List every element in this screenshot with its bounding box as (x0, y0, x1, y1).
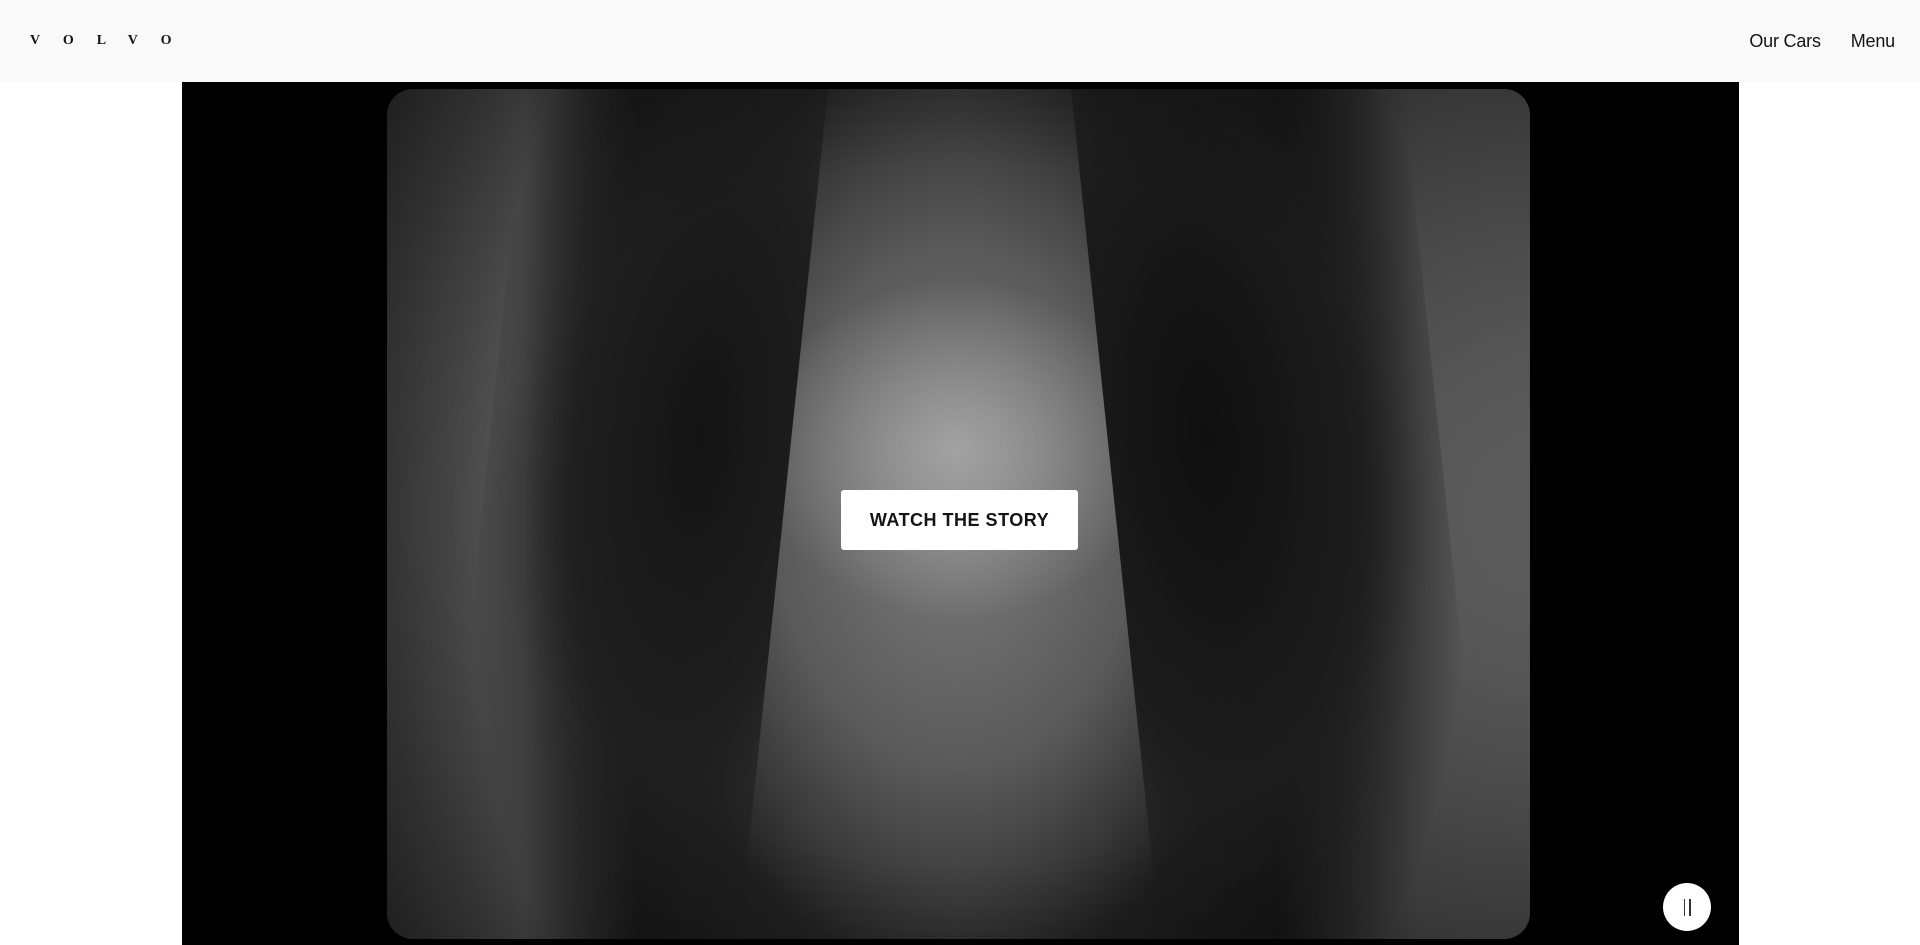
main-nav: Our Cars Menu (1749, 31, 1895, 52)
site-header: VOLVO Our Cars Menu (0, 0, 1920, 82)
nav-menu-button[interactable]: Menu (1851, 31, 1895, 52)
video-pause-button[interactable] (1663, 883, 1711, 931)
hero-video: WATCH THE STORY (182, 82, 1739, 945)
nav-our-cars-link[interactable]: Our Cars (1749, 31, 1821, 52)
watch-the-story-button[interactable]: WATCH THE STORY (841, 490, 1078, 550)
pause-icon (1683, 898, 1691, 916)
volvo-logo[interactable]: VOLVO (30, 33, 195, 49)
